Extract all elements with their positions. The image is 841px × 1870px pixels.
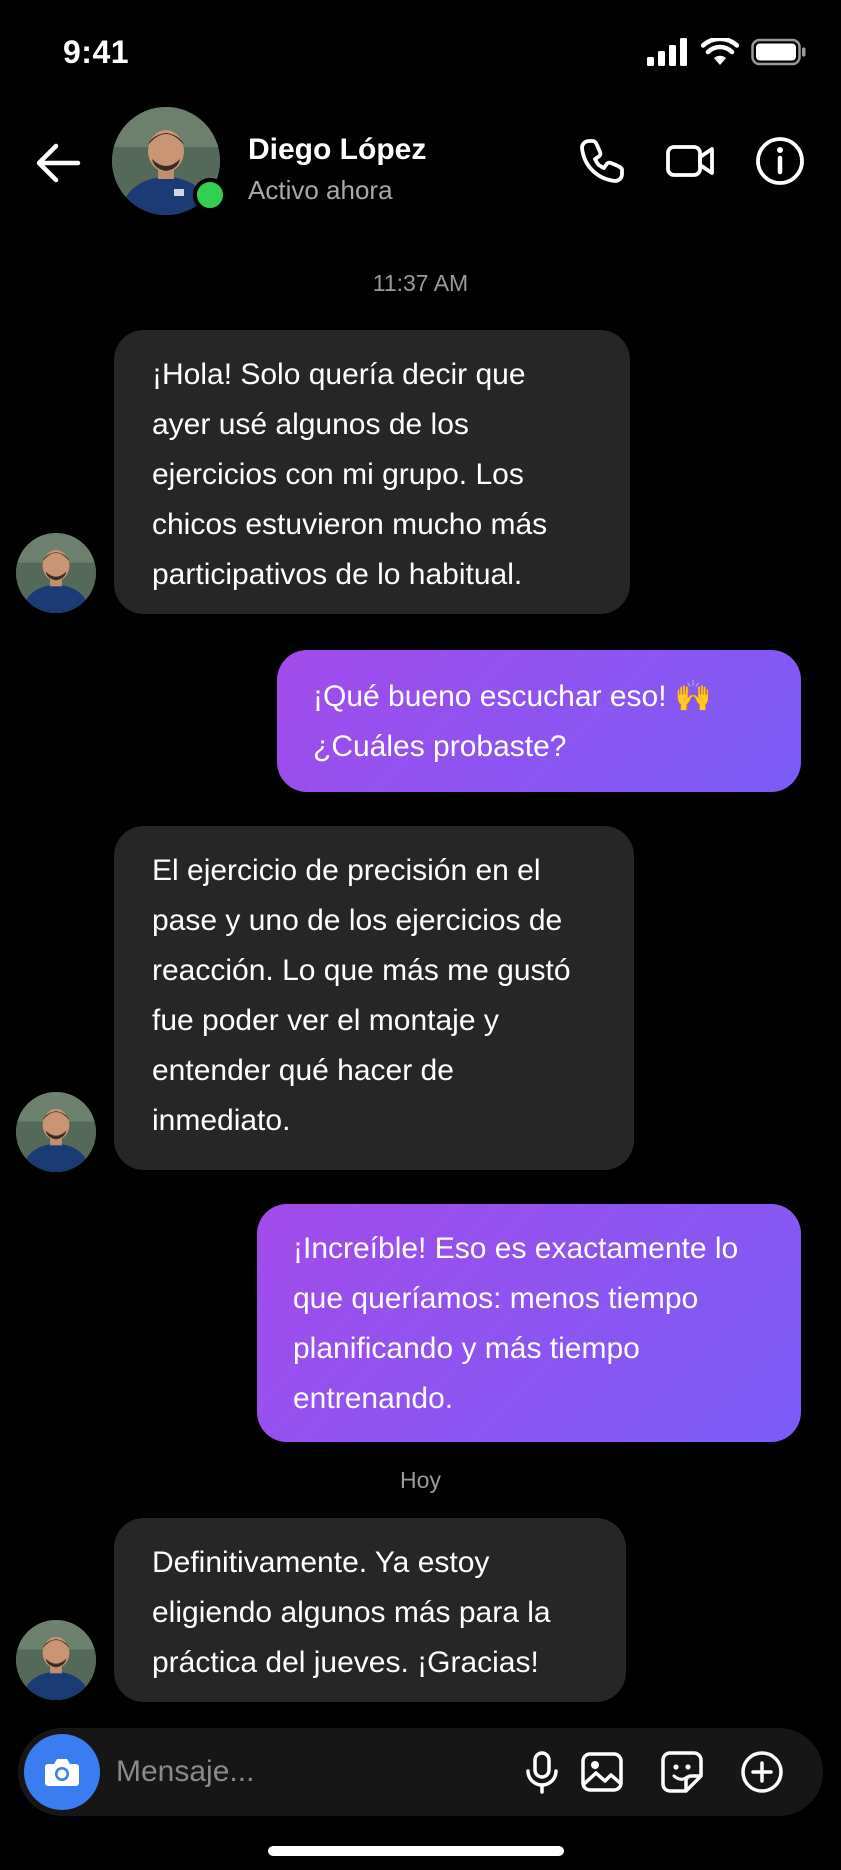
battery-icon [751,38,806,66]
cellular-signal-icon [647,38,687,66]
contact-name[interactable]: Diego López [248,133,426,167]
outgoing-message[interactable]: ¡Qué bueno escuchar eso! 🙌 ¿Cuáles proba… [277,650,801,792]
phone-icon[interactable] [574,133,630,189]
sender-avatar[interactable] [16,1092,96,1172]
sender-photo [16,1092,96,1172]
message-timestamp: Hoy [400,1467,441,1493]
image-icon[interactable] [578,1748,626,1796]
wifi-icon [701,38,739,65]
message-timestamp: 11:37 AM [372,270,469,296]
microphone-icon[interactable] [518,1748,566,1796]
home-indicator[interactable] [268,1846,564,1856]
incoming-message[interactable]: Definitivamente. Ya estoy eligiendo algu… [114,1518,626,1702]
back-arrow-icon[interactable] [30,135,86,191]
message-composer [18,1728,823,1816]
video-camera-icon[interactable] [662,133,718,189]
chat-header: Diego López Activo ahora [0,105,841,225]
outgoing-message[interactable]: ¡Increíble! Eso es exactamente lo que qu… [257,1204,801,1442]
incoming-message[interactable]: El ejercicio de precisión en el pase y u… [114,826,634,1170]
online-indicator [193,178,227,212]
sender-photo [16,1620,96,1700]
camera-button[interactable] [24,1734,100,1810]
incoming-message[interactable]: ¡Hola! Solo quería decir que ayer usé al… [114,330,630,614]
sender-avatar[interactable] [16,1620,96,1700]
sticker-icon[interactable] [658,1748,706,1796]
contact-status: Activo ahora [248,175,393,205]
info-icon[interactable] [752,133,808,189]
sender-avatar[interactable] [16,533,96,613]
status-bar: 9:41 [0,0,841,110]
camera-icon [45,1759,79,1786]
status-time: 9:41 [63,34,130,70]
message-input[interactable] [116,1750,496,1794]
sender-photo [16,533,96,613]
status-icons [647,38,807,66]
plus-circle-icon[interactable] [738,1748,786,1796]
